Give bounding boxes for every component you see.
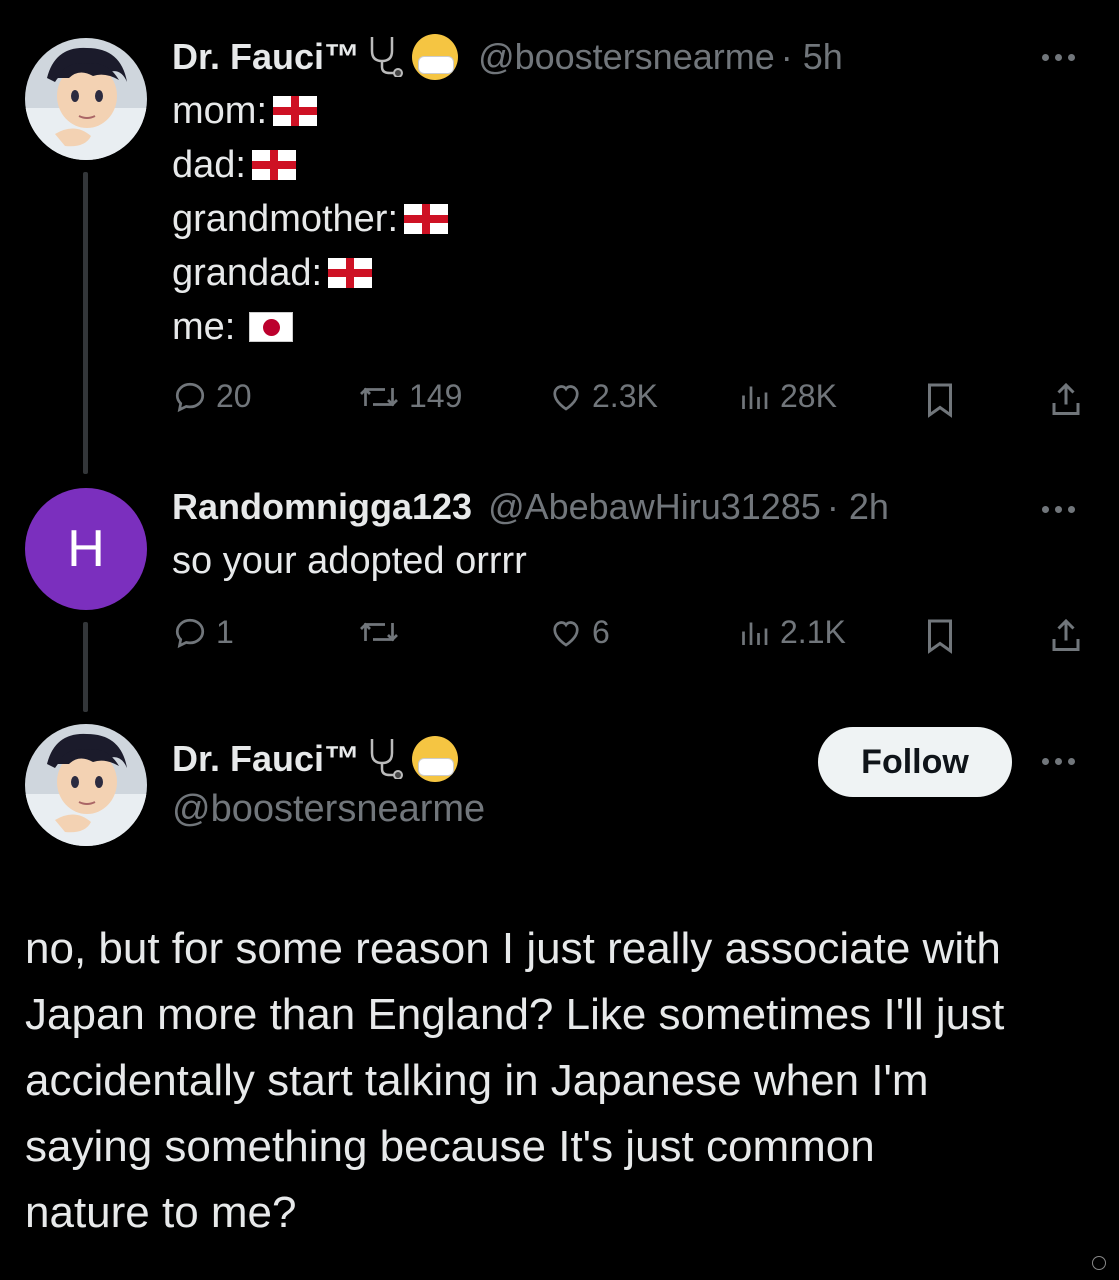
views-button[interactable]: 2.1K bbox=[736, 614, 846, 651]
more-icon[interactable] bbox=[1042, 506, 1075, 513]
tweet-line: grandad: bbox=[172, 246, 448, 300]
tweet-header: Dr. Fauci™ bbox=[172, 735, 459, 784]
thread-line bbox=[83, 622, 88, 712]
mask-face-emoji bbox=[412, 736, 459, 782]
tweet-text: no, but for some reason I just really as… bbox=[25, 916, 1105, 1246]
handle[interactable]: @boostersnearme bbox=[478, 36, 775, 78]
share-icon bbox=[1052, 382, 1080, 415]
repost-button[interactable] bbox=[357, 614, 401, 650]
like-count: 2.3K bbox=[592, 378, 658, 414]
england-flag-icon bbox=[404, 204, 449, 234]
handle[interactable]: @AbebawHiru31285 bbox=[488, 486, 821, 528]
mask-face-emoji bbox=[412, 34, 459, 80]
tweet-header: Randomnigga123 @AbebawHiru31285 · 2h bbox=[172, 484, 889, 530]
bookmark-icon bbox=[928, 619, 952, 654]
stethoscope-icon bbox=[364, 735, 408, 784]
bookmark-button[interactable] bbox=[922, 616, 958, 656]
reply-button[interactable]: 20 bbox=[172, 378, 252, 415]
display-name[interactable]: Dr. Fauci™ bbox=[172, 738, 360, 780]
more-icon[interactable] bbox=[1042, 758, 1075, 765]
views-count: 2.1K bbox=[780, 614, 846, 650]
reply-count: 1 bbox=[216, 614, 234, 650]
line-label: grandmother: bbox=[172, 198, 399, 240]
tweet-text: so your adopted orrrr bbox=[172, 540, 527, 582]
display-name[interactable]: Randomnigga123 bbox=[172, 486, 472, 528]
stethoscope-icon bbox=[364, 33, 408, 82]
like-icon bbox=[553, 620, 579, 647]
handle[interactable]: @boostersnearme bbox=[172, 788, 485, 831]
tweet-text-line: no, but for some reason I just really as… bbox=[25, 924, 1001, 973]
like-count: 6 bbox=[592, 614, 610, 650]
tweet-body: mom: dad: grandmother: grandad: me: bbox=[172, 84, 449, 354]
like-button[interactable]: 6 bbox=[548, 614, 610, 651]
repost-count: 149 bbox=[409, 378, 463, 414]
views-icon bbox=[742, 622, 768, 645]
tweet-line: mom: bbox=[172, 84, 448, 138]
bookmark-icon bbox=[928, 383, 952, 418]
follow-button[interactable]: Follow bbox=[818, 727, 1012, 797]
tweet-line: dad: bbox=[172, 138, 448, 192]
views-count: 28K bbox=[780, 378, 837, 414]
avatar[interactable] bbox=[25, 724, 147, 846]
repost-icon bbox=[360, 387, 398, 406]
reply-icon bbox=[175, 382, 205, 412]
line-label: grandad: bbox=[172, 252, 323, 294]
tweet-line: me: bbox=[172, 300, 448, 354]
japan-flag-icon bbox=[249, 312, 294, 342]
tweet-line: grandmother: bbox=[172, 192, 449, 246]
share-button[interactable] bbox=[1048, 380, 1084, 420]
england-flag-icon bbox=[273, 96, 317, 126]
timestamp[interactable]: · 2h bbox=[827, 486, 889, 528]
thread-line bbox=[83, 172, 88, 474]
england-flag-icon bbox=[251, 150, 296, 180]
tweet-text-line: Japan more than England? Like sometimes … bbox=[25, 990, 1005, 1039]
line-label: mom: bbox=[172, 90, 267, 132]
display-name[interactable]: Dr. Fauci™ bbox=[172, 36, 360, 78]
tweet-text-line: nature to me? bbox=[25, 1188, 297, 1237]
share-button[interactable] bbox=[1048, 616, 1084, 656]
tweet-text-line: saying something because It's just commo… bbox=[25, 1122, 875, 1171]
avatar[interactable]: H bbox=[25, 488, 147, 610]
reply-button[interactable]: 1 bbox=[172, 614, 234, 651]
more-icon[interactable] bbox=[1042, 54, 1075, 61]
reply-count: 20 bbox=[216, 378, 252, 414]
reply-icon bbox=[175, 618, 205, 648]
england-flag-icon bbox=[328, 258, 373, 288]
line-label: dad: bbox=[172, 144, 246, 186]
line-label: me: bbox=[172, 306, 236, 348]
avatar[interactable] bbox=[25, 38, 147, 160]
like-button[interactable]: 2.3K bbox=[548, 378, 658, 415]
bookmark-button[interactable] bbox=[922, 380, 958, 420]
watermark-icon bbox=[1092, 1256, 1106, 1270]
timestamp[interactable]: · 5h bbox=[781, 36, 843, 78]
like-icon bbox=[553, 384, 579, 411]
tweet-header: Dr. Fauci™ @boostersnearme · 5h bbox=[172, 34, 843, 80]
repost-button[interactable]: 149 bbox=[357, 378, 462, 415]
views-button[interactable]: 28K bbox=[736, 378, 837, 415]
views-icon bbox=[742, 386, 768, 409]
share-icon bbox=[1052, 618, 1080, 651]
repost-icon bbox=[360, 622, 398, 642]
avatar-letter: H bbox=[67, 520, 105, 578]
tweet-text-line: accidentally start talking in Japanese w… bbox=[25, 1056, 929, 1105]
